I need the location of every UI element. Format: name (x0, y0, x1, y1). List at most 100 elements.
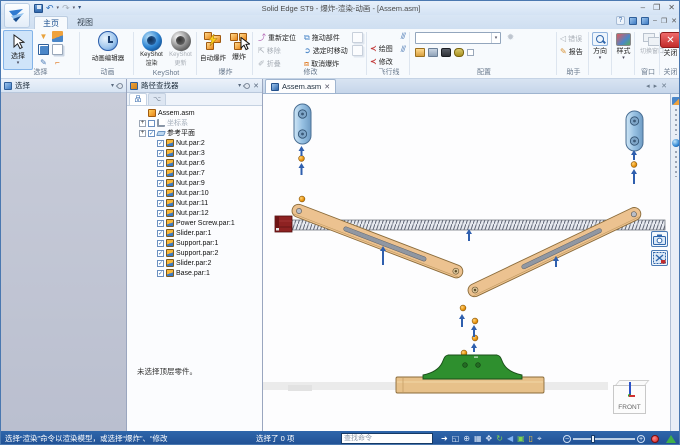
copy-icon[interactable] (52, 44, 63, 55)
fit-view-button[interactable] (651, 250, 668, 266)
performance-icon[interactable] (666, 435, 676, 443)
config-stamp-icon[interactable]: ✹ (505, 32, 516, 43)
tree-item[interactable]: + ✓ Base.par:1 (127, 268, 262, 278)
expander-icon[interactable]: + (139, 130, 146, 137)
part-slider-right[interactable] (626, 111, 643, 151)
pin-icon[interactable] (116, 81, 124, 89)
animation-editor-button[interactable]: 动画编辑器 (86, 31, 130, 62)
part-screw-handle[interactable] (275, 216, 292, 232)
pathfinder-close-icon[interactable]: ✕ (253, 82, 259, 90)
dock-tab-icon[interactable] (672, 97, 680, 105)
config-camera-icon[interactable] (441, 48, 451, 57)
tree-item[interactable]: + ✓ Nut.par:9 (127, 178, 262, 188)
redo-icon[interactable]: ↷ (62, 3, 70, 13)
tree-item-label[interactable]: Nut.par:6 (176, 160, 205, 167)
close-asm-button[interactable]: ✕ 关闭 (660, 32, 680, 58)
document-tab-close-icon[interactable]: ✕ (324, 83, 330, 91)
tree-item-label[interactable]: Power Screw.par:1 (176, 220, 235, 227)
zoom-slider-thumb[interactable] (591, 435, 595, 443)
tree-checkbox[interactable]: ✓ (157, 240, 164, 247)
tree-checkbox[interactable]: ✓ (148, 120, 155, 127)
close-button[interactable]: ✕ (668, 3, 675, 12)
tree-item[interactable]: + ✓ Power Screw.par:1 (127, 218, 262, 228)
tree-item-label[interactable]: Slider.par:2 (176, 260, 211, 267)
tree-item[interactable]: + ✓ Assem.asm (127, 108, 262, 118)
tree-checkbox[interactable]: ✓ (148, 130, 155, 137)
tree-checkbox[interactable]: ✓ (157, 150, 164, 157)
tab-list-close-icon[interactable]: ✕ (661, 82, 667, 90)
config-checkbox[interactable] (467, 49, 474, 56)
doc-close-button[interactable]: ✕ (671, 17, 677, 25)
maximize-button[interactable]: ❐ (653, 3, 660, 12)
qat-customize-icon[interactable]: ▾ (78, 3, 81, 13)
document-tab-assem[interactable]: Assem.asm ✕ (265, 79, 336, 93)
tree-item[interactable]: + ✓ Slider.par:1 (127, 228, 262, 238)
error-assistant-button[interactable]: ◁ 错误 (560, 33, 582, 44)
select-tool-button[interactable]: 选择 ▾ (3, 30, 33, 70)
orientation-dropdown-icon[interactable]: ▾ (599, 56, 602, 60)
select-dropdown-icon[interactable]: ▾ (17, 61, 20, 65)
doc-restore-button[interactable]: ❐ (661, 17, 667, 25)
part-slider-left[interactable] (294, 104, 311, 144)
part-base[interactable] (423, 355, 522, 379)
tree-item-label[interactable]: 坐标系 (167, 118, 188, 128)
tree-checkbox[interactable]: ✓ (157, 200, 164, 207)
record-icon[interactable] (651, 435, 659, 443)
modify-extra-icon[interactable] (352, 32, 363, 43)
tree-item-label[interactable]: Nut.par:11 (176, 200, 208, 207)
part-nut[interactable] (299, 196, 305, 202)
tab-scroll-right-icon[interactable]: ▸ (654, 82, 658, 90)
tree-item-label[interactable]: Slider.par:1 (176, 230, 211, 237)
select-box-icon[interactable] (38, 44, 49, 55)
tree-item-label[interactable]: Nut.par:3 (176, 150, 205, 157)
reposition-button[interactable]: ⤴ 重新定位 (258, 32, 296, 43)
tree-item[interactable]: + ✓ Nut.par:11 (127, 198, 262, 208)
tree-item-label[interactable]: Support.par:2 (176, 250, 218, 257)
tree-checkbox[interactable]: ✓ (157, 140, 164, 147)
select-panel-header[interactable]: 选择 ▾ (1, 79, 126, 93)
zoom-icon[interactable]: ⊕ (463, 434, 470, 444)
ribbon-display-alt-icon[interactable] (641, 17, 649, 25)
refresh-icon[interactable]: ↻ (496, 434, 503, 444)
tree-checkbox[interactable]: ✓ (157, 210, 164, 217)
dock-keyshot-icon[interactable] (672, 139, 680, 147)
report-button[interactable]: ✎ 报告 (560, 46, 583, 57)
pathfinder-pin-icon[interactable] (243, 81, 251, 89)
flightline-toggle2-icon[interactable]: ⫻ (401, 44, 406, 55)
tree-item[interactable]: + ✓ Nut.par:7 (127, 168, 262, 178)
doc-minimize-button[interactable]: – (653, 17, 657, 24)
tab-view[interactable]: 视图 (69, 16, 101, 29)
save-icon[interactable] (34, 4, 43, 13)
keyshot-render-button[interactable]: KeyShot 渲染 (138, 31, 165, 67)
tab-scroll-left-icon[interactable]: ◂ (646, 82, 650, 90)
3d-viewport[interactable]: FRONT (263, 94, 670, 431)
tree-checkbox[interactable]: ✓ (157, 260, 164, 267)
move-selected-button[interactable]: ➲ 选定时移动 (304, 45, 348, 56)
tree-item-label[interactable]: 参考平面 (167, 128, 195, 138)
remove-button[interactable]: ⇱ 移除 (258, 45, 281, 56)
select-component-icon[interactable] (52, 31, 63, 42)
orientation-button[interactable]: 方向 ▾ (592, 32, 608, 60)
view-cube[interactable]: FRONT (613, 380, 649, 414)
tree-checkbox[interactable]: ✓ (157, 190, 164, 197)
tab-home[interactable]: 主页 (34, 16, 68, 29)
tree-item-label[interactable]: Nut.par:2 (176, 140, 205, 147)
part-support-arm-right[interactable] (466, 205, 643, 299)
fit-arrow-icon[interactable]: ➜ (441, 434, 448, 444)
ribbon-display-icon[interactable] (629, 17, 637, 25)
select-filter-icon[interactable]: ▼ (38, 31, 49, 42)
undo-dropdown-icon[interactable]: ▾ (57, 3, 60, 13)
pan-icon[interactable]: ✥ (486, 434, 493, 444)
zoom-slider[interactable] (573, 438, 635, 440)
right-dock-strip[interactable] (670, 94, 680, 431)
pathfinder-header[interactable]: 路径查找器 ▾ ✕ (127, 79, 262, 93)
tree-item[interactable]: + ✓ Slider.par:2 (127, 258, 262, 268)
part-nut[interactable] (460, 305, 466, 311)
select-tool-icon[interactable]: ⌖ (537, 434, 542, 444)
drag-part-button[interactable]: ⧉ 拖动部件 (304, 32, 340, 43)
tree-item[interactable]: + ✓ Nut.par:6 (127, 158, 262, 168)
style-button[interactable]: 样式 ▾ (616, 33, 631, 60)
fit-view-icon[interactable]: ▦ (474, 434, 482, 444)
tree-item[interactable]: + ✓ Nut.par:10 (127, 188, 262, 198)
configuration-combo[interactable]: ▾ (415, 32, 501, 44)
